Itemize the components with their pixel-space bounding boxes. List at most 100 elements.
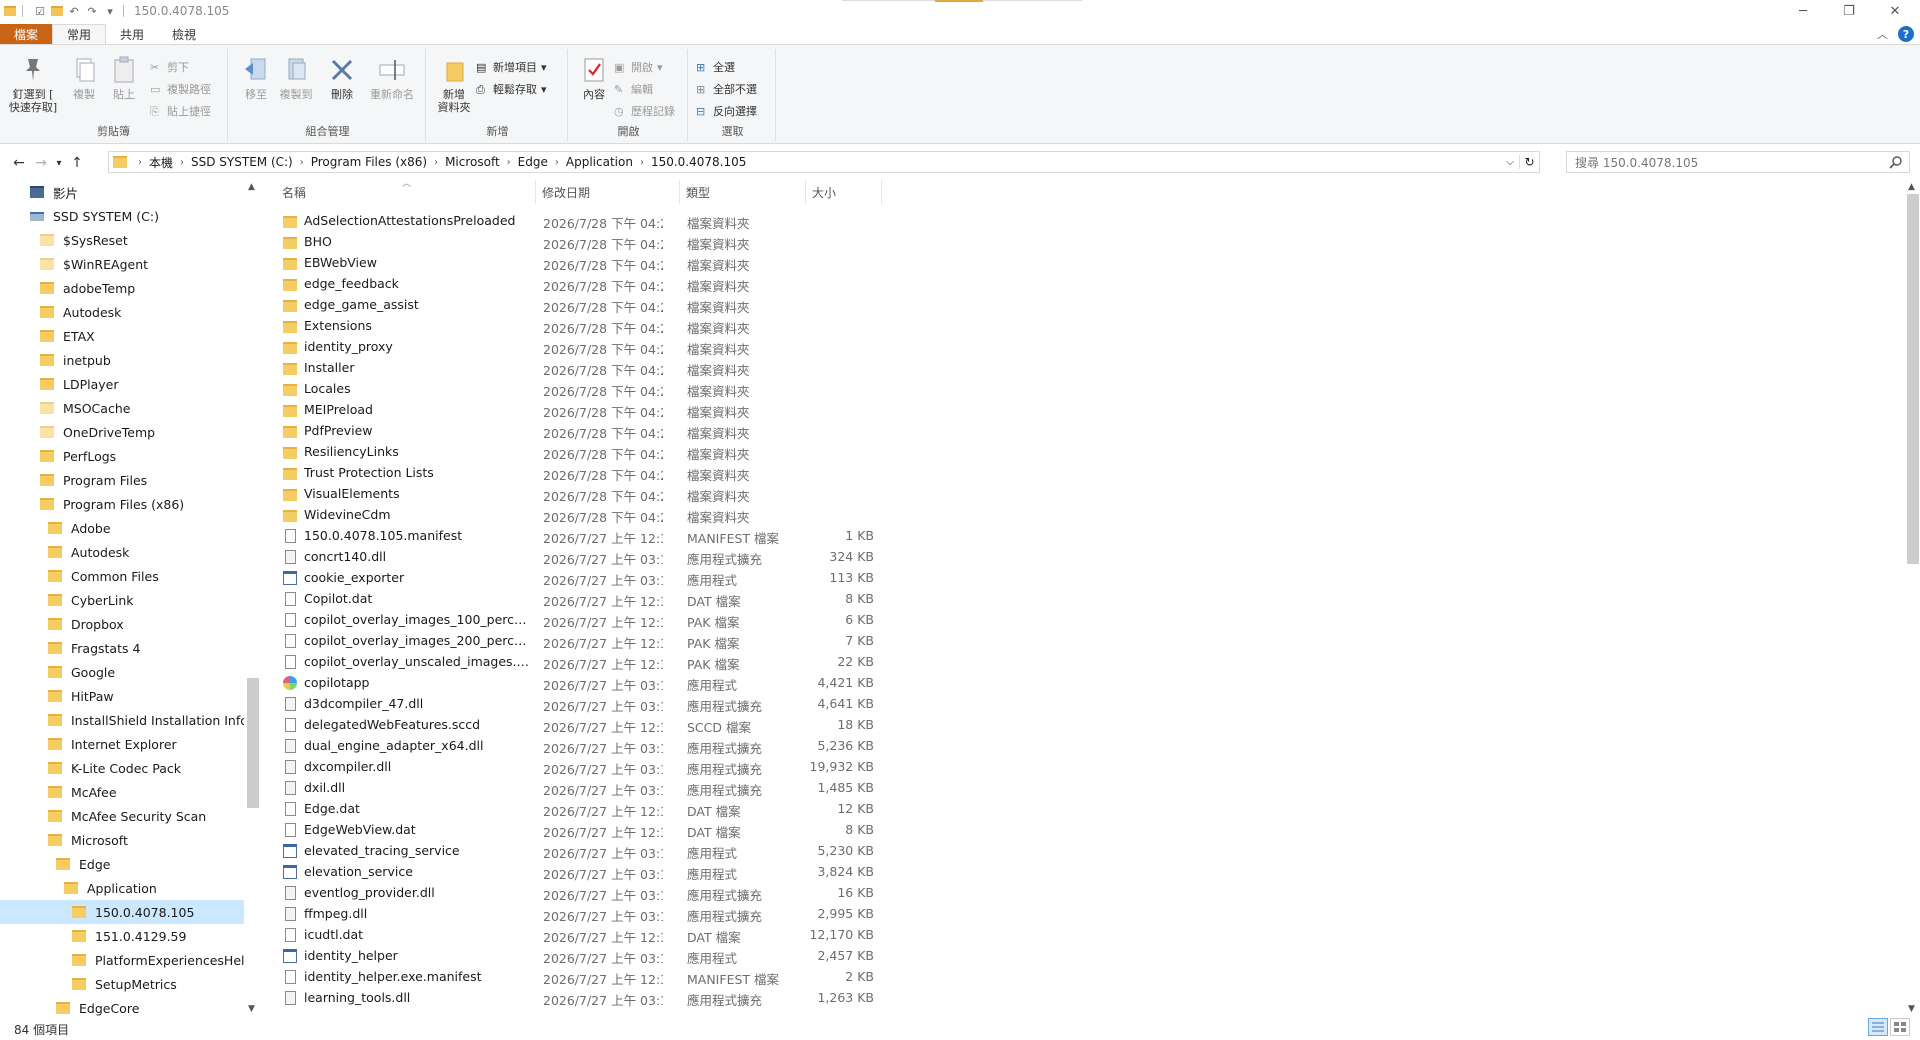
scroll-down-icon[interactable]: ▼ [248, 1004, 255, 1014]
table-row[interactable]: icudtl.dat 2026/7/27 上午 12:37 DAT 檔案 12,170… [276, 925, 876, 946]
nav-scrollbar[interactable] [246, 180, 260, 1018]
nav-item[interactable]: K-Lite Codec Pack [0, 756, 244, 780]
chevron-right-icon[interactable]: › [180, 157, 184, 168]
table-row[interactable]: delegatedWebFeatures.sccd 2026/7/27 上午 12… [276, 715, 876, 736]
table-row[interactable]: EdgeWebView.dat 2026/7/27 上午 12:37 DAT 檔案 8… [276, 820, 876, 841]
nav-item[interactable]: InstallShield Installation Informa [0, 708, 244, 732]
maximize-button[interactable]: ❐ [1826, 0, 1872, 22]
copy-path-button[interactable]: ▭ 複製路徑 [150, 81, 211, 97]
back-arrow-icon[interactable]: ← [8, 152, 30, 174]
nav-item[interactable]: Autodesk [0, 540, 244, 564]
table-row[interactable]: cookie_exporter 2026/7/27 上午 03:17 應用程式 113… [276, 568, 876, 589]
copy-button[interactable]: 複製 [62, 51, 106, 101]
table-row[interactable]: elevated_tracing_service 2026/7/27 上午 03:… [276, 841, 876, 862]
table-row[interactable]: learning_tools.dll 2026/7/27 上午 03:18 應用程式… [276, 988, 876, 1009]
table-row[interactable]: Extensions 2026/7/28 下午 04:29 檔案資料夾 [276, 316, 876, 337]
tab-home[interactable]: 常用 [52, 24, 107, 44]
table-row[interactable]: copilot_overlay_images_200_percent.p... 2… [276, 631, 876, 652]
nav-item[interactable]: Autodesk [0, 300, 244, 324]
nav-item[interactable]: Program Files (x86) [0, 492, 244, 516]
column-date[interactable]: 修改日期 [536, 180, 680, 204]
address-bar[interactable]: › 本機 › SSD SYSTEM (C:) › Program Files (… [108, 151, 1540, 173]
column-size[interactable]: 大小 [806, 180, 882, 204]
column-type[interactable]: 類型 [680, 180, 806, 204]
table-row[interactable]: identity_proxy 2026/7/28 下午 04:29 檔案資料夾 [276, 337, 876, 358]
forward-arrow-icon[interactable]: → [30, 152, 52, 174]
collapse-ribbon-icon[interactable]: ︿ [1877, 26, 1888, 42]
nav-item[interactable]: Edge [0, 852, 244, 876]
properties-button[interactable]: 內容 [572, 51, 616, 101]
chevron-right-icon[interactable]: › [434, 157, 438, 168]
undo-icon[interactable]: ↶ [67, 4, 81, 18]
table-row[interactable]: edge_game_assist 2026/7/28 下午 04:29 檔案資料夾 [276, 295, 876, 316]
history-button[interactable]: ◷ 歷程記錄 [614, 103, 675, 119]
details-view-icon[interactable] [1868, 1018, 1888, 1036]
nav-item[interactable]: $SysReset [0, 228, 244, 252]
tab-view[interactable]: 檢視 [158, 24, 210, 44]
table-row[interactable]: Edge.dat 2026/7/27 上午 12:37 DAT 檔案 12 KB [276, 799, 876, 820]
nav-item[interactable]: SSD SYSTEM (C:) [0, 204, 244, 228]
nav-item[interactable]: McAfee [0, 780, 244, 804]
table-row[interactable]: AdSelectionAttestationsPreloaded 2026/7/2… [276, 211, 876, 232]
nav-item[interactable]: MSOCache [0, 396, 244, 420]
table-row[interactable]: WidevineCdm 2026/7/28 下午 04:29 檔案資料夾 [276, 505, 876, 526]
refresh-icon[interactable]: ↻ [1519, 155, 1539, 169]
breadcrumb-edge[interactable]: Edge [518, 155, 548, 169]
cut-button[interactable]: ✂ 剪下 [150, 59, 189, 75]
nav-item[interactable]: 150.0.4078.105 [0, 900, 244, 924]
nav-scroll-thumb[interactable] [247, 678, 259, 808]
nav-item[interactable]: SetupMetrics [0, 972, 244, 996]
nav-item[interactable]: LDPlayer [0, 372, 244, 396]
table-row[interactable]: Trust Protection Lists 2026/7/28 下午 04:29… [276, 463, 876, 484]
chevron-right-icon[interactable]: › [300, 157, 304, 168]
pin-quick-access-button[interactable]: 釘選到 [ 快速存取] [6, 51, 60, 114]
nav-item[interactable]: Adobe [0, 516, 244, 540]
invert-selection-button[interactable]: ⊟ 反向選擇 [696, 103, 757, 119]
table-row[interactable]: PdfPreview 2026/7/28 下午 04:29 檔案資料夾 [276, 421, 876, 442]
scroll-down-icon[interactable]: ▼ [1908, 1004, 1915, 1014]
table-row[interactable]: dxcompiler.dll 2026/7/27 上午 03:17 應用程式擴充 19… [276, 757, 876, 778]
new-folder-button[interactable]: 新增 資料夾 [432, 51, 476, 114]
customize-quick-access-icon[interactable]: ▾ [103, 4, 117, 18]
nav-item[interactable]: $WinREAgent [0, 252, 244, 276]
breadcrumb-drive[interactable]: SSD SYSTEM (C:) [191, 155, 293, 169]
table-row[interactable]: concrt140.dll 2026/7/27 上午 03:17 應用程式擴充 324… [276, 547, 876, 568]
edit-button[interactable]: ✎ 編輯 [614, 81, 653, 97]
nav-item[interactable]: Microsoft [0, 828, 244, 852]
rename-button[interactable]: 重新命名 [364, 51, 420, 101]
nav-item[interactable]: OneDriveTemp [0, 420, 244, 444]
move-to-button[interactable]: 移至 [234, 51, 278, 101]
breadcrumb-application[interactable]: Application [566, 155, 633, 169]
table-row[interactable]: BHO 2026/7/28 下午 04:29 檔案資料夾 [276, 232, 876, 253]
table-row[interactable]: Locales 2026/7/28 下午 04:29 檔案資料夾 [276, 379, 876, 400]
scroll-up-icon[interactable]: ▲ [1908, 182, 1915, 192]
table-row[interactable]: MEIPreload 2026/7/28 下午 04:29 檔案資料夾 [276, 400, 876, 421]
select-all-button[interactable]: ⊞ 全選 [696, 59, 735, 75]
nav-item[interactable]: Program Files [0, 468, 244, 492]
new-folder-icon[interactable] [51, 6, 63, 16]
table-row[interactable]: identity_helper.exe.manifest 2026/7/27 上午… [276, 967, 876, 988]
large-icons-view-icon[interactable] [1890, 1018, 1910, 1036]
nav-item[interactable]: PerfLogs [0, 444, 244, 468]
new-item-button[interactable]: ▤ 新增項目 ▾ [476, 59, 547, 75]
nav-item[interactable]: McAfee Security Scan [0, 804, 244, 828]
paste-button[interactable]: 貼上 [102, 51, 146, 101]
nav-item[interactable]: CyberLink [0, 588, 244, 612]
help-icon[interactable]: ? [1898, 26, 1914, 42]
nav-item[interactable]: inetpub [0, 348, 244, 372]
nav-item[interactable]: Common Files [0, 564, 244, 588]
open-button[interactable]: ▣ 開啟 ▾ [614, 59, 663, 75]
recent-locations-icon[interactable]: ▾ [52, 152, 66, 174]
nav-item[interactable]: ETAX [0, 324, 244, 348]
nav-item[interactable]: adobeTemp [0, 276, 244, 300]
breadcrumb-current[interactable]: 150.0.4078.105 [651, 155, 746, 169]
table-row[interactable]: elevation_service 2026/7/27 上午 03:18 應用程式 3… [276, 862, 876, 883]
chevron-right-icon[interactable]: › [640, 157, 644, 168]
table-row[interactable]: ResiliencyLinks 2026/7/28 下午 04:29 檔案資料夾 [276, 442, 876, 463]
table-row[interactable]: dxil.dll 2026/7/27 上午 03:17 應用程式擴充 1,485 KB [276, 778, 876, 799]
up-arrow-icon[interactable]: ↑ [66, 152, 88, 174]
nav-item[interactable]: Dropbox [0, 612, 244, 636]
table-row[interactable]: dual_engine_adapter_x64.dll 2026/7/27 上午 … [276, 736, 876, 757]
tab-share[interactable]: 共用 [106, 24, 158, 44]
nav-item[interactable]: Internet Explorer [0, 732, 244, 756]
